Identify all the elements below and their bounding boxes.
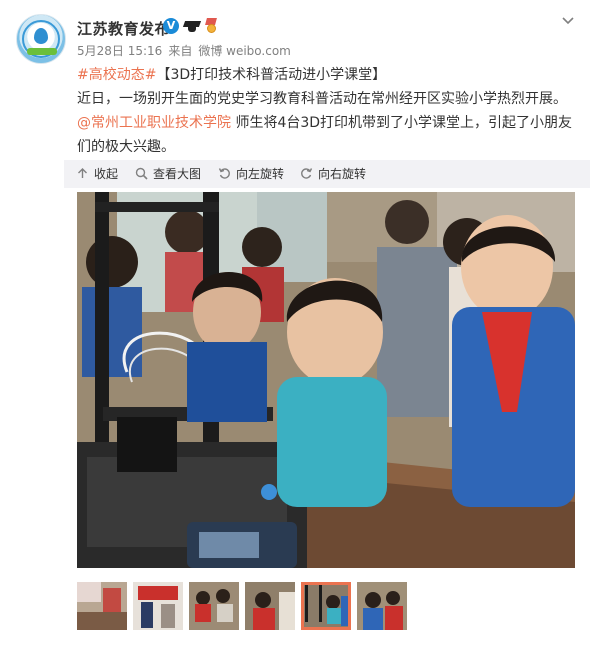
thumbnail-2-image (133, 582, 183, 630)
cap-base (188, 26, 196, 32)
rotate-right-button[interactable]: 向右旋转 (300, 160, 366, 188)
post-headline: 【3D打印技术科普活动进小学课堂】 (156, 67, 387, 83)
thumbnail-6[interactable] (357, 582, 407, 630)
post-line-3: @常州工业职业技术学院 师生将4台3D打印机带到了小学课堂上，引起了小朋友 (77, 111, 577, 135)
collapse-button[interactable]: 收起 (76, 160, 118, 188)
magnifier-icon (135, 167, 148, 180)
view-large-button[interactable]: 查看大图 (135, 160, 201, 188)
post-line-3-rest: 师生将4台3D打印机带到了小学课堂上，引起了小朋友 (231, 115, 573, 131)
classroom-photo-illustration (77, 192, 575, 568)
avatar-logo-mark (34, 28, 48, 44)
thumbnail-2[interactable] (133, 582, 183, 630)
medal-icon[interactable] (204, 18, 218, 34)
rotate-left-button[interactable]: 向左旋转 (218, 160, 284, 188)
weibo-post-card: 江苏教育发布 V 5月28日 15:16 来自 微博 weibo.com #高校动态… (0, 0, 590, 648)
graduation-cap-icon[interactable] (182, 19, 202, 34)
thumbnail-4-image (245, 582, 295, 630)
rotate-left-label: 向左旋转 (236, 167, 285, 181)
view-large-label: 查看大图 (153, 167, 202, 181)
post-meta: 5月28日 15:16 来自 微博 weibo.com (77, 42, 297, 59)
image-toolbar: 收起 查看大图 向左旋转 向右旋转 (64, 160, 590, 188)
thumbnail-1-image (77, 582, 127, 630)
author-name[interactable]: 江苏教育发布 (77, 18, 170, 39)
thumbnail-4[interactable] (245, 582, 295, 630)
thumbnail-5-image (301, 582, 351, 630)
topic-link[interactable]: #高校动态# (77, 67, 156, 83)
thumbnail-6-image (357, 582, 407, 630)
post-line-2: 近日，一场别开生面的党史学习教育科普活动在常州经开区实验小学热烈开展。 (77, 91, 567, 107)
thumbnail-3[interactable] (189, 582, 239, 630)
rotate-right-label: 向右旋转 (318, 167, 367, 181)
thumbnail-3-image (189, 582, 239, 630)
post-line-4: 们的极大兴趣。 (77, 139, 175, 155)
post-source: 微博 weibo.com (198, 44, 291, 58)
avatar-logo-band (27, 48, 57, 55)
collapse-label: 收起 (94, 167, 119, 181)
mention-link[interactable]: @常州工业职业技术学院 (77, 115, 231, 131)
source-prefix: 来自 (168, 44, 193, 58)
post-time[interactable]: 5月28日 15:16 (77, 44, 162, 58)
medal-coin (207, 24, 216, 33)
thumbnail-5-active[interactable] (301, 582, 351, 630)
thumbnail-1[interactable] (77, 582, 127, 630)
author-avatar[interactable] (16, 14, 66, 64)
main-photo[interactable] (77, 192, 575, 568)
chevron-down-icon[interactable] (561, 13, 575, 27)
post-title-line: #高校动态#【3D打印技术科普活动进小学课堂】 (77, 63, 577, 87)
rotate-left-icon (218, 168, 230, 179)
post-text: #高校动态#【3D打印技术科普活动进小学课堂】 近日，一场别开生面的党史学习教育… (77, 63, 577, 159)
verified-badge-icon[interactable]: V (163, 18, 179, 34)
rotate-right-icon (301, 168, 313, 179)
arrow-up-icon (78, 168, 87, 178)
